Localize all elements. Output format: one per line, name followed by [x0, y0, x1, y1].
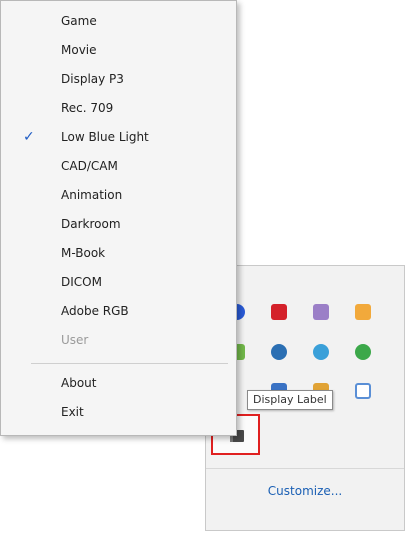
menu-item-label: Adobe RGB: [61, 304, 129, 318]
adobe-icon[interactable]: [271, 304, 287, 320]
folder-icon[interactable]: [355, 304, 371, 320]
globe-icon[interactable]: [313, 344, 329, 360]
network-icon[interactable]: [271, 344, 287, 360]
context-menu: Game Movie Display P3 Rec. 709 ✓ Low Blu…: [0, 0, 237, 436]
menu-item-about[interactable]: About: [1, 370, 236, 397]
onenote-icon[interactable]: [313, 304, 329, 320]
menu-item-label: Movie: [61, 43, 97, 57]
menu-item-label: User: [61, 333, 89, 347]
menu-separator: [31, 363, 228, 364]
menu-item-label: M-Book: [61, 246, 106, 260]
customize-link[interactable]: Customize...: [206, 484, 404, 498]
sync-icon[interactable]: [355, 344, 371, 360]
menu-item-adobe-rgb[interactable]: Adobe RGB: [1, 298, 236, 325]
menu-item-label: DICOM: [61, 275, 102, 289]
menu-item-display-p3[interactable]: Display P3: [1, 66, 236, 93]
tooltip: Display Label: [247, 390, 333, 410]
menu-item-label: Display P3: [61, 72, 124, 86]
menu-item-label: Rec. 709: [61, 101, 114, 115]
menu-item-user: User: [1, 327, 236, 354]
menu-item-rec-709[interactable]: Rec. 709: [1, 95, 236, 122]
menu-item-dicom[interactable]: DICOM: [1, 269, 236, 296]
menu-item-label: About: [61, 376, 97, 390]
menu-item-label: Darkroom: [61, 217, 121, 231]
menu-item-low-blue-light[interactable]: ✓ Low Blue Light: [1, 124, 236, 151]
menu-item-label: CAD/CAM: [61, 159, 118, 173]
menu-item-m-book[interactable]: M-Book: [1, 240, 236, 267]
menu-item-movie[interactable]: Movie: [1, 37, 236, 64]
menu-item-label: Exit: [61, 405, 84, 419]
menu-item-label: Low Blue Light: [61, 130, 149, 144]
checkmark-icon: ✓: [23, 129, 35, 145]
menu-item-darkroom[interactable]: Darkroom: [1, 211, 236, 238]
flyout-divider: [206, 468, 404, 469]
menu-item-label: Animation: [61, 188, 123, 202]
menu-item-animation[interactable]: Animation: [1, 182, 236, 209]
menu-item-cad-cam[interactable]: CAD/CAM: [1, 153, 236, 180]
menu-item-game[interactable]: Game: [1, 8, 236, 35]
menu-item-exit[interactable]: Exit: [1, 399, 236, 426]
menu-item-label: Game: [61, 14, 97, 28]
square-icon[interactable]: [355, 383, 371, 399]
